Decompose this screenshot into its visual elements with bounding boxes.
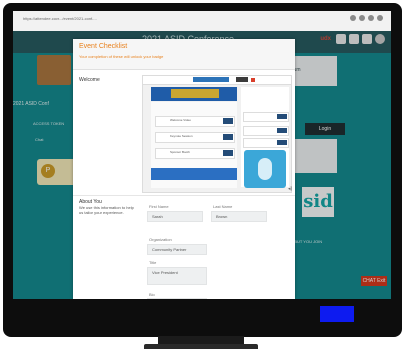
profile-icon[interactable] bbox=[368, 15, 374, 21]
speaker-icon[interactable]: ◂) bbox=[288, 186, 292, 192]
preview-side-item bbox=[243, 138, 289, 148]
last-name-field[interactable]: Brown bbox=[211, 211, 267, 222]
preview-banner bbox=[151, 87, 237, 101]
preview-item: Keynote Session bbox=[155, 132, 235, 143]
preview-item: Welcome Video bbox=[155, 116, 235, 127]
menu-icon[interactable] bbox=[377, 15, 383, 21]
first-name-label: First Name bbox=[149, 204, 169, 209]
preview-phone-graphic bbox=[244, 150, 286, 188]
title-label: Title bbox=[149, 260, 157, 265]
browser-icons bbox=[350, 15, 383, 21]
star-icon[interactable] bbox=[350, 15, 356, 21]
modal-header: Event Checklist Your completion of these… bbox=[73, 39, 295, 70]
extension-icon[interactable] bbox=[359, 15, 365, 21]
browser-toolbar: https://attendee.covr.../event/2021-conf… bbox=[13, 11, 391, 32]
section-divider bbox=[73, 195, 295, 196]
preview-button bbox=[236, 77, 248, 82]
modal-subtitle: Your completion of these will unlock you… bbox=[79, 54, 164, 59]
blue-rectangle bbox=[320, 306, 354, 322]
organization-label: Organization bbox=[149, 237, 172, 242]
bio-field[interactable] bbox=[147, 298, 207, 299]
preview-alert-icon bbox=[251, 78, 255, 82]
welcome-label: Welcome bbox=[79, 77, 100, 83]
organization-field[interactable]: Community Partner bbox=[147, 244, 207, 255]
first-name-field[interactable]: Sarah bbox=[147, 211, 203, 222]
welcome-screenshot[interactable]: Welcome Video Keynote Session Sponsor Bo… bbox=[142, 75, 292, 193]
preview-search bbox=[193, 77, 229, 82]
event-checklist-modal: Event Checklist Your completion of these… bbox=[73, 39, 295, 299]
preview-item: Sponsor Booth bbox=[155, 148, 235, 159]
about-description: We use this information to help us tailo… bbox=[79, 205, 134, 215]
bio-label: Bio bbox=[149, 292, 155, 297]
monitor-stand-base bbox=[144, 344, 258, 349]
preview-blue-block bbox=[151, 168, 237, 180]
preview-toolbar bbox=[143, 76, 291, 85]
address-bar[interactable]: https://attendee.covr.../event/2021-conf… bbox=[23, 16, 97, 21]
screen: https://attendee.covr.../event/2021-conf… bbox=[13, 11, 391, 299]
modal-title: Event Checklist bbox=[79, 43, 128, 50]
preview-side-item bbox=[243, 112, 289, 122]
title-field[interactable]: Vice President bbox=[147, 267, 207, 285]
preview-side-item bbox=[243, 126, 289, 136]
last-name-label: Last Name bbox=[213, 204, 233, 209]
